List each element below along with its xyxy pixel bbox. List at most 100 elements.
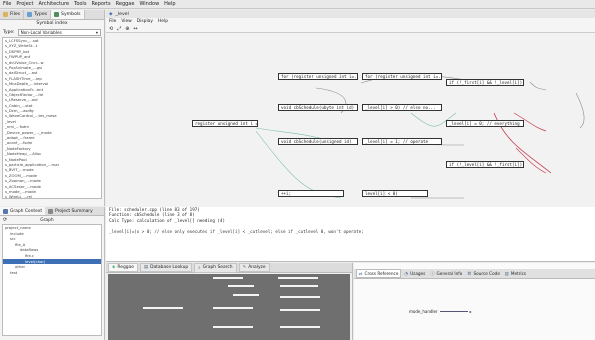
usages-icon: ◔ xyxy=(404,271,409,276)
graph-node[interactable]: void cbSchedule(ubyte int id) xyxy=(278,104,358,111)
graph-label: Graph xyxy=(40,217,54,223)
graph-node[interactable]: _level[i] > 0) // else no... xyxy=(362,104,442,111)
graph-window-titlebar: ◆ _level xyxy=(106,10,595,18)
menu-help[interactable]: Help xyxy=(164,1,175,7)
graph-icon xyxy=(3,208,8,214)
tab-graph-search[interactable]: ⌕ Graph Search xyxy=(194,262,237,273)
tab-analyze[interactable]: ✎ Analyze xyxy=(238,263,270,272)
graph-node[interactable]: ++i; xyxy=(278,190,344,197)
tree-item-label: project_name xyxy=(5,225,31,230)
summary-icon xyxy=(48,208,54,214)
graph-node[interactable]: for (register unsigned int i=... xyxy=(362,73,442,80)
tab-project-summary[interactable]: Project Summary xyxy=(45,207,96,215)
tree-item-label: other xyxy=(15,264,26,270)
map-node xyxy=(278,277,318,279)
symbol-list-item[interactable]: s_WireLL_...rel xyxy=(3,194,101,198)
database-icon: ▤ xyxy=(143,265,149,270)
graph-window-title: _level xyxy=(115,11,129,17)
graph-menu-view[interactable]: View xyxy=(121,19,131,24)
reset-icon[interactable]: ⟲ xyxy=(109,26,113,32)
graph-menu: File View Display Help xyxy=(106,18,595,25)
metrics-icon: ▥ xyxy=(504,271,509,276)
search-icon: ⌕ xyxy=(198,265,201,271)
menu-bar: File Project Architecture Tools Reports … xyxy=(0,0,595,9)
refresh-icon[interactable]: ⟳ xyxy=(3,217,7,223)
type-filter-row: Type: Non-Local Variables ▾ xyxy=(0,28,104,37)
graph-context-panel: Graph Context Project Summary ⟳ Graph pr… xyxy=(0,207,105,340)
map-node xyxy=(228,285,254,287)
symbols-icon xyxy=(54,12,60,17)
graph-node[interactable]: if (!_first[i] && !_level[i]) xyxy=(446,79,524,86)
arrow-right-icon: ▸ xyxy=(469,309,472,314)
graph-node[interactable]: void cbSchedule(unsigned id) xyxy=(278,138,358,145)
graph-menu-display[interactable]: Display xyxy=(137,19,153,24)
map-node xyxy=(280,296,320,298)
graph-node[interactable]: _level[i] = 0; // everything xyxy=(446,120,524,127)
graph-node[interactable]: for (register unsigned int i=... xyxy=(278,73,358,80)
tab-reggae[interactable]: ◈ Reggae xyxy=(108,263,138,272)
code-panel[interactable]: File: scheduler.cpp (line 83 of 197) Fun… xyxy=(106,207,595,262)
map-node xyxy=(143,307,183,309)
zoom-icon[interactable]: ⊕ xyxy=(125,26,129,32)
edge-n2-n3 xyxy=(529,81,547,91)
fit-icon[interactable]: ⤢ xyxy=(117,26,121,32)
graph-window-icon: ◆ xyxy=(109,11,113,17)
tab-metrics[interactable]: ▥ Metrics xyxy=(503,270,528,277)
map-node xyxy=(280,309,320,311)
type-select-value: Non-Local Variables xyxy=(20,30,62,35)
tree-item-label: src xyxy=(10,236,16,242)
type-select[interactable]: Non-Local Variables ▾ xyxy=(17,29,101,36)
graph-node[interactable]: level[i] < 0) xyxy=(362,190,428,197)
tab-usages[interactable]: ◔ Usages xyxy=(402,270,427,277)
tab-graph-context[interactable]: Graph Context xyxy=(0,207,46,215)
map-tabs: ◈ Reggae ▤ Database Lookup ⌕ Graph Search ✎… xyxy=(106,262,352,273)
graph-node[interactable]: if (!_level[i] && !_first[i]) xyxy=(446,161,524,168)
tab-symbols[interactable]: Symbols xyxy=(51,10,85,19)
menu-architecture[interactable]: Architecture xyxy=(38,1,69,7)
analyze-icon: ✎ xyxy=(242,265,247,270)
pan-icon[interactable]: ↔ xyxy=(133,26,137,32)
symbol-index-panel: Files Types Symbols Symbol index Type: N… xyxy=(0,10,105,206)
menu-reggae[interactable]: Reggae xyxy=(116,1,135,7)
map-node xyxy=(280,285,318,287)
menu-reports[interactable]: Reports xyxy=(91,1,110,7)
menu-tools[interactable]: Tools xyxy=(74,1,86,7)
tab-types[interactable]: Types xyxy=(24,10,52,19)
xref-entry[interactable]: mode_handler ▸ xyxy=(409,309,472,314)
chevron-down-icon: ▾ xyxy=(95,30,98,35)
map-canvas[interactable] xyxy=(108,274,350,340)
tree-item[interactable]: test xyxy=(3,270,101,276)
menu-window[interactable]: Window xyxy=(139,1,159,7)
tab-source-code[interactable]: ⌘ Source Code xyxy=(465,270,502,277)
tree-item-label: file.c xyxy=(25,252,35,258)
graph-menu-help[interactable]: Help xyxy=(158,19,168,24)
tree-item-label: include xyxy=(10,230,24,236)
tab-files[interactable]: Files xyxy=(0,10,25,19)
graph-node[interactable]: register unsigned int i = 0; xyxy=(192,120,258,127)
xref-label: mode_handler xyxy=(409,309,438,314)
tab-database-lookup[interactable]: ▤ Database Lookup xyxy=(139,263,193,272)
code-icon: ⌘ xyxy=(467,271,472,276)
tab-cross-reference[interactable]: ⇄ Cross Reference xyxy=(356,269,402,278)
graph-node[interactable]: _level[i] = 1; // operate xyxy=(362,138,442,145)
map-node xyxy=(213,307,253,309)
cross-reference-icon: ⇄ xyxy=(359,271,363,276)
detail-panel: ⇄ Cross Reference ◔ Usages ⓘ General Info ⌘… xyxy=(354,263,595,340)
menu-file[interactable]: File xyxy=(3,1,11,7)
graph-toolbar: ⟲ ⤢ ⊕ ↔ xyxy=(106,25,595,33)
xref-line xyxy=(439,311,468,312)
symbol-list[interactable]: s_LCFSSync_...sat s_XYZ_WriteSt...t s_DSPR… xyxy=(2,37,102,199)
symbol-index-title: Symbol index xyxy=(36,21,68,26)
context-tree[interactable]: project_name include src file_A dataflows fil… xyxy=(2,224,102,336)
code-line: _level[i]=(x > 0; // else only executes … xyxy=(109,228,364,234)
type-label: Type: xyxy=(3,30,15,35)
tab-general-info[interactable]: ⓘ General Info xyxy=(428,270,464,278)
graph-canvas[interactable]: for (register unsigned int i=... for (re… xyxy=(106,33,595,207)
info-icon: ⓘ xyxy=(430,270,435,276)
edge-n3-n7 xyxy=(575,92,585,129)
graph-menu-file[interactable]: File xyxy=(109,19,116,24)
tree-item-label: test xyxy=(10,269,18,275)
tree-item-label: level(char) xyxy=(25,258,46,264)
map-node xyxy=(233,294,259,296)
menu-project[interactable]: Project xyxy=(16,1,33,7)
